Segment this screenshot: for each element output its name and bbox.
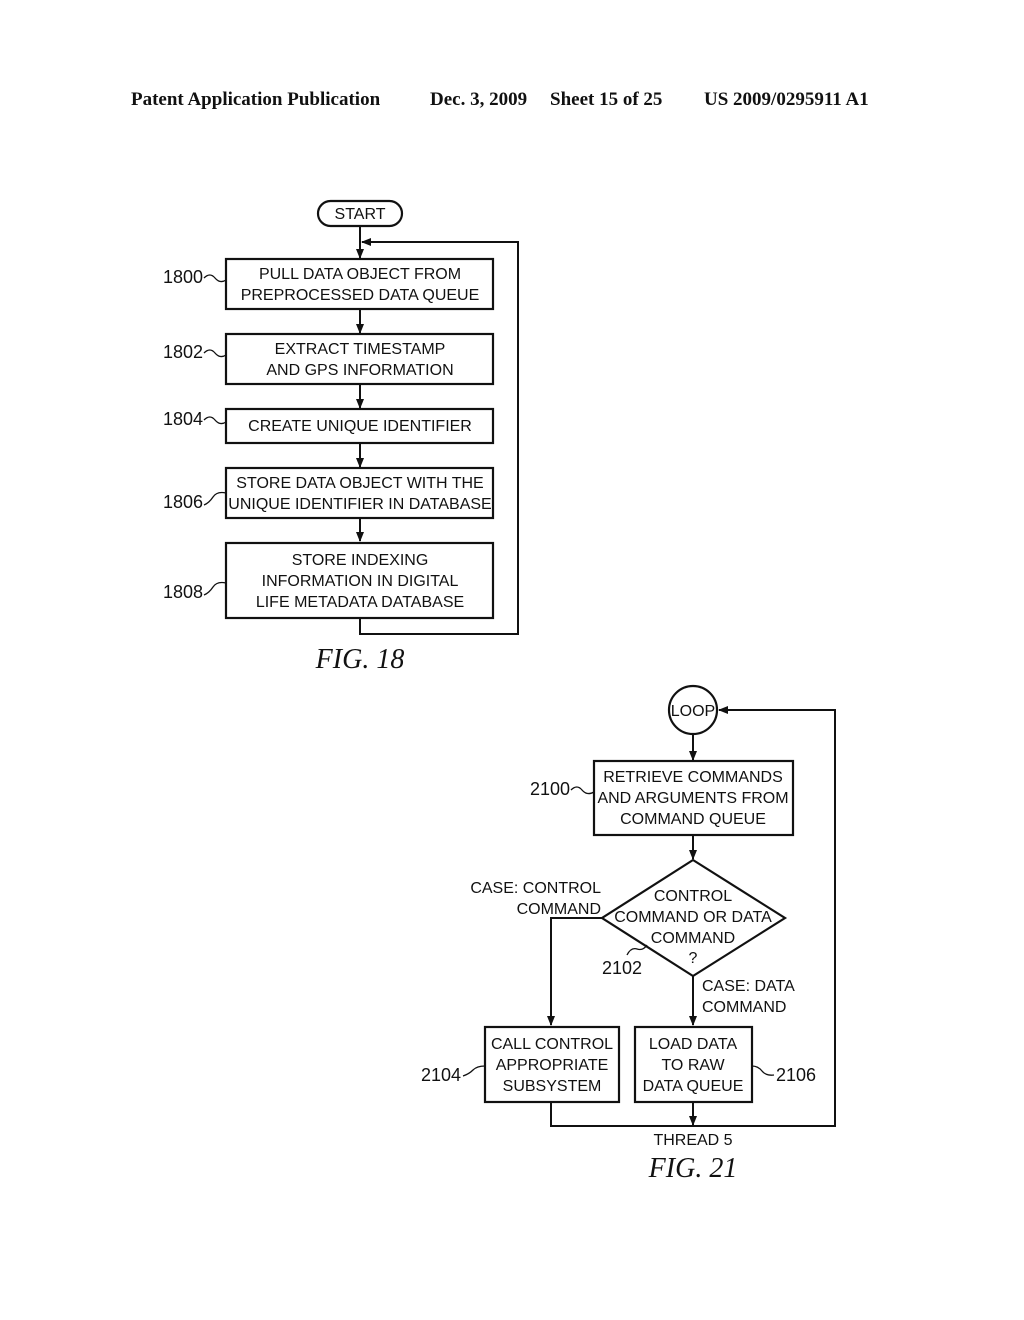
- step-text-line: PREPROCESSED DATA QUEUE: [241, 287, 480, 304]
- thread-label: THREAD 5: [653, 1132, 732, 1149]
- ref-numeral: 2104: [421, 1065, 461, 1085]
- step-2106: LOAD DATA TO RAW DATA QUEUE 2106: [633, 1025, 816, 1104]
- step-text-line: AND GPS INFORMATION: [266, 362, 453, 379]
- step-text-line: COMMAND QUEUE: [620, 811, 766, 828]
- fig18-caption: FIG. 18: [315, 644, 405, 675]
- step-text-line: LOAD DATA: [649, 1036, 738, 1053]
- step-text-line: AND ARGUMENTS FROM: [597, 790, 788, 807]
- step-text-line: INFORMATION IN DIGITAL: [262, 573, 459, 590]
- step-2100: RETRIEVE COMMANDS AND ARGUMENTS FROM COM…: [530, 759, 795, 837]
- leader-line: [203, 581, 227, 596]
- loop-label: LOOP: [671, 703, 715, 720]
- loop-connector: LOOP: [667, 684, 719, 736]
- fig18-diagram: START PULL DATA OBJECT FROM PREPROCESSED…: [163, 199, 519, 675]
- leader-line: [626, 944, 648, 956]
- step-1800: PULL DATA OBJECT FROM PREPROCESSED DATA …: [163, 257, 495, 311]
- case-data-label: CASE: DATA: [702, 978, 795, 995]
- case-data-label: COMMAND: [702, 999, 786, 1016]
- fig21-diagram: LOOP RETRIEVE COMMANDS AND ARGUMENTS FRO…: [421, 684, 836, 1184]
- ref-numeral: 2106: [776, 1065, 816, 1085]
- ref-numeral: 1806: [163, 492, 203, 512]
- leader-line: [203, 349, 227, 358]
- step-text-line: TO RAW: [661, 1057, 725, 1074]
- leader-line: [203, 274, 227, 283]
- step-text-line: RETRIEVE COMMANDS: [603, 769, 783, 786]
- step-1806: STORE DATA OBJECT WITH THE UNIQUE IDENTI…: [163, 466, 495, 520]
- step-text-line: UNIQUE IDENTIFIER IN DATABASE: [228, 496, 491, 513]
- decision-text-line: COMMAND: [651, 930, 735, 947]
- step-text-line: LIFE METADATA DATABASE: [256, 594, 464, 611]
- flowchart-canvas: START PULL DATA OBJECT FROM PREPROCESSED…: [163, 199, 836, 1184]
- step-2104: CALL CONTROL APPROPRIATE SUBSYSTEM 2104: [421, 1025, 621, 1104]
- ref-numeral: 2102: [602, 958, 642, 978]
- start-terminal: START: [316, 199, 404, 228]
- decision-2102: CONTROL COMMAND OR DATA COMMAND ? 2102: [599, 858, 788, 978]
- step-text-line: STORE DATA OBJECT WITH THE: [236, 475, 483, 492]
- step-text-line: SUBSYSTEM: [503, 1078, 602, 1095]
- step-text-line: PULL DATA OBJECT FROM: [259, 266, 461, 283]
- decision-text-line: COMMAND OR DATA: [614, 909, 772, 926]
- leader-line: [751, 1065, 775, 1076]
- leader-line: [203, 491, 227, 506]
- leader-line: [203, 416, 227, 425]
- step-text-line: APPROPRIATE: [496, 1057, 609, 1074]
- step-1808: STORE INDEXING INFORMATION IN DIGITAL LI…: [163, 541, 495, 620]
- step-1802: EXTRACT TIMESTAMP AND GPS INFORMATION 18…: [163, 332, 495, 386]
- step-text-line: DATA QUEUE: [643, 1078, 744, 1095]
- step-text-line: CREATE UNIQUE IDENTIFIER: [248, 418, 472, 435]
- case-control-label: COMMAND: [517, 901, 601, 918]
- step-1804: CREATE UNIQUE IDENTIFIER 1804: [163, 407, 495, 445]
- fig21-caption: FIG. 21: [648, 1153, 738, 1184]
- case-control-label: CASE: CONTROL: [470, 880, 601, 897]
- step-text-line: STORE INDEXING: [292, 552, 429, 569]
- ref-numeral: 1804: [163, 409, 203, 429]
- step-text-line: EXTRACT TIMESTAMP: [275, 341, 446, 358]
- decision-text-line: ?: [689, 950, 698, 967]
- ref-numeral: 1800: [163, 267, 203, 287]
- ref-numeral: 1802: [163, 342, 203, 362]
- decision-text-line: CONTROL: [654, 888, 732, 905]
- step-text-line: CALL CONTROL: [491, 1036, 613, 1053]
- arrow-control-branch: [547, 917, 602, 1026]
- ref-numeral: 2100: [530, 779, 570, 799]
- ref-numeral: 1808: [163, 582, 203, 602]
- leader-line: [462, 1065, 486, 1077]
- start-label: START: [335, 206, 386, 223]
- leader-line: [570, 786, 595, 795]
